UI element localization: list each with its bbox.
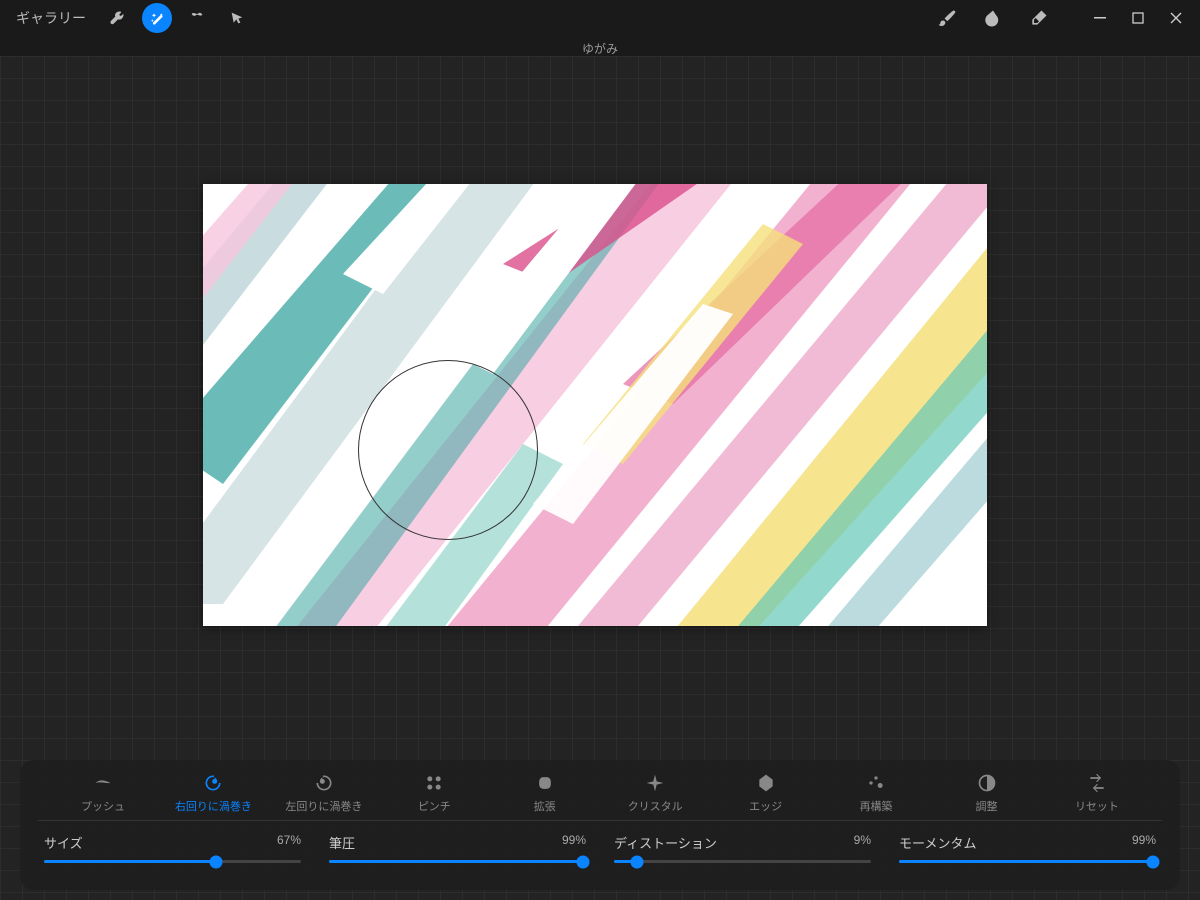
magic-wand-icon[interactable] (142, 3, 172, 33)
push-icon (92, 772, 114, 794)
pinch-icon (423, 772, 445, 794)
minimize-button[interactable] (1086, 4, 1114, 32)
brush-icon[interactable] (932, 3, 962, 33)
mode-label: 右回りに渦巻き (175, 798, 252, 814)
mode-label: 左回りに渦巻き (285, 798, 362, 814)
slider-distortion: ディストーション 9% (614, 833, 871, 863)
liquify-mode-row: プッシュ 右回りに渦巻き 左回りに渦巻き ピンチ (38, 770, 1162, 821)
eraser-icon[interactable] (1024, 3, 1054, 33)
mode-label: 拡張 (534, 798, 556, 814)
cursor-icon[interactable] (222, 3, 252, 33)
slider-momentum-track[interactable] (899, 860, 1156, 863)
mode-label: リセット (1075, 798, 1119, 814)
top-toolbar-left: ギャラリー (10, 3, 252, 33)
mode-label: プッシュ (81, 798, 125, 814)
mode-adjust[interactable]: 調整 (942, 772, 1032, 814)
twirl-left-icon (313, 772, 335, 794)
slider-distortion-track[interactable] (614, 860, 871, 863)
reset-icon (1086, 772, 1108, 794)
window-controls (1086, 4, 1190, 32)
edge-icon (755, 772, 777, 794)
maximize-button[interactable] (1124, 4, 1152, 32)
adjust-icon (976, 772, 998, 794)
reconstruct-icon (865, 772, 887, 794)
slider-size-track[interactable] (44, 860, 301, 863)
expand-icon (534, 772, 556, 794)
slider-momentum: モーメンタム 99% (899, 833, 1156, 863)
mode-label: 再構築 (860, 798, 893, 814)
slider-label: ディストーション (614, 833, 717, 852)
mode-label: 調整 (976, 798, 998, 814)
slider-value: 99% (562, 833, 586, 852)
liquify-panel: プッシュ 右回りに渦巻き 左回りに渦巻き ピンチ (20, 760, 1180, 890)
top-toolbar: ギャラリー (0, 0, 1200, 36)
mode-twirl-left[interactable]: 左回りに渦巻き (279, 772, 369, 814)
mode-label: クリスタル (628, 798, 683, 814)
artwork (203, 184, 987, 626)
mode-label: ピンチ (418, 798, 451, 814)
smudge-icon[interactable] (978, 3, 1008, 33)
gallery-button[interactable]: ギャラリー (10, 4, 92, 32)
mode-edge[interactable]: エッジ (721, 772, 811, 814)
mode-pinch[interactable]: ピンチ (389, 772, 479, 814)
mode-expand[interactable]: 拡張 (500, 772, 590, 814)
wrench-icon[interactable] (102, 3, 132, 33)
slider-pressure: 筆圧 99% (329, 833, 586, 863)
canvas[interactable] (203, 184, 987, 626)
mode-push[interactable]: プッシュ (58, 772, 148, 814)
document-title: ゆがみ (0, 40, 1200, 57)
mode-crystal[interactable]: クリスタル (610, 772, 700, 814)
mode-reconstruct[interactable]: 再構築 (831, 772, 921, 814)
mode-reset[interactable]: リセット (1052, 772, 1142, 814)
close-button[interactable] (1162, 4, 1190, 32)
mode-twirl-right[interactable]: 右回りに渦巻き (168, 772, 258, 814)
canvas-viewport: プッシュ 右回りに渦巻き 左回りに渦巻き ピンチ (0, 56, 1200, 900)
twirl-right-icon (202, 772, 224, 794)
selection-icon[interactable] (182, 3, 212, 33)
slider-label: サイズ (44, 833, 83, 852)
slider-value: 9% (854, 833, 871, 852)
mode-label: エッジ (749, 798, 782, 814)
slider-value: 67% (277, 833, 301, 852)
slider-row: サイズ 67% 筆圧 99% (38, 833, 1162, 863)
crystal-icon (644, 772, 666, 794)
slider-label: モーメンタム (899, 833, 976, 852)
slider-label: 筆圧 (329, 833, 355, 852)
top-toolbar-right (932, 3, 1190, 33)
slider-value: 99% (1132, 833, 1156, 852)
slider-pressure-track[interactable] (329, 860, 586, 863)
slider-size: サイズ 67% (44, 833, 301, 863)
